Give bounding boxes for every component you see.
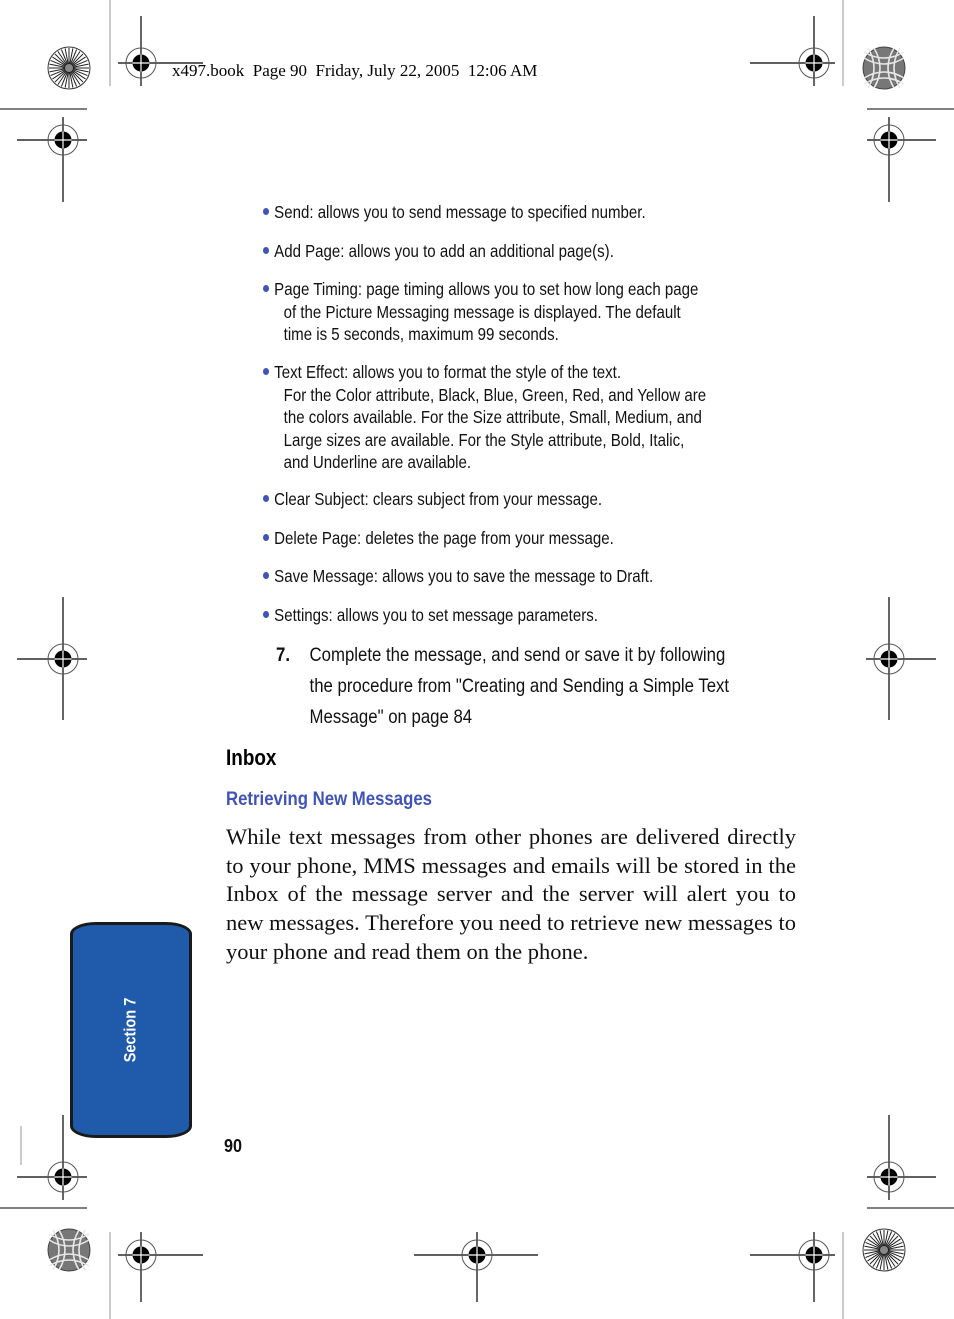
list-item-text: Save Message: allows you to save the mes… — [274, 566, 654, 586]
print-slug: x497.book Page 90 Friday, July 22, 2005 … — [172, 61, 538, 80]
list-item-text: Add Page: allows you to add an additiona… — [274, 241, 614, 261]
list-item-text: Send: allows you to send message to spec… — [274, 202, 646, 222]
section-tab-label: Section 7 — [121, 997, 140, 1063]
list-item-continuation: and Underline are available. — [283, 452, 472, 472]
list-item-text: Delete Page: deletes the page from your … — [274, 528, 614, 548]
bullet-icon — [263, 284, 270, 292]
bullet-icon — [263, 367, 270, 375]
step-text-line: Complete the message, and send or save i… — [309, 644, 726, 666]
list-item: Send: allows you to send message to spec… — [263, 201, 796, 224]
list-item: Add Page: allows you to add an additiona… — [263, 240, 796, 263]
numbered-step: 7. Complete the message, and send or sav… — [276, 640, 809, 733]
list-item-text: Text Effect: allows you to format the st… — [274, 362, 622, 382]
list-item-continuation: of the Picture Messaging message is disp… — [283, 301, 681, 322]
section-heading: Inbox — [226, 745, 277, 770]
list-item: Page Timing: page timing allows you to s… — [263, 278, 796, 346]
list-item-text: Page Timing: page timing allows you to s… — [274, 279, 699, 299]
body-paragraph: While text messages from other phones ar… — [226, 824, 796, 964]
step-text-line: the procedure from "Creating and Sending… — [309, 675, 730, 697]
color-bar-target-icon — [47, 1228, 91, 1272]
list-item-continuation: the colors available. For the Size attri… — [283, 407, 702, 427]
step-number: 7. — [276, 644, 290, 666]
list-item: Delete Page: deletes the page from your … — [263, 527, 796, 550]
step-text-line: Message" on page 84 — [309, 706, 473, 728]
starburst-target-icon — [47, 46, 91, 90]
starburst-target-icon — [862, 1228, 906, 1272]
subsection-heading: Retrieving New Messages — [226, 788, 432, 810]
page-number: 90 — [224, 1136, 243, 1156]
bullet-icon — [263, 207, 270, 215]
bullet-icon — [263, 610, 270, 618]
list-item-continuation: time is 5 seconds, maximum 99 seconds. — [283, 324, 559, 344]
list-item-text: Settings: allows you to set message para… — [274, 605, 598, 625]
list-item: Save Message: allows you to save the mes… — [263, 565, 796, 588]
list-item: Text Effect: allows you to format the st… — [263, 361, 796, 474]
bullet-icon — [263, 494, 270, 502]
bullet-icon — [263, 533, 270, 541]
bullet-icon — [263, 246, 270, 254]
list-item-continuation: For the Color attribute, Black, Blue, Gr… — [283, 384, 707, 405]
list-item-text: Clear Subject: clears subject from your … — [274, 489, 603, 509]
list-item-continuation: Large sizes are available. For the Style… — [283, 429, 685, 450]
color-bar-target-icon — [862, 46, 906, 90]
list-item: Clear Subject: clears subject from your … — [263, 488, 796, 511]
list-item: Settings: allows you to set message para… — [263, 604, 796, 627]
bullet-icon — [263, 571, 270, 579]
